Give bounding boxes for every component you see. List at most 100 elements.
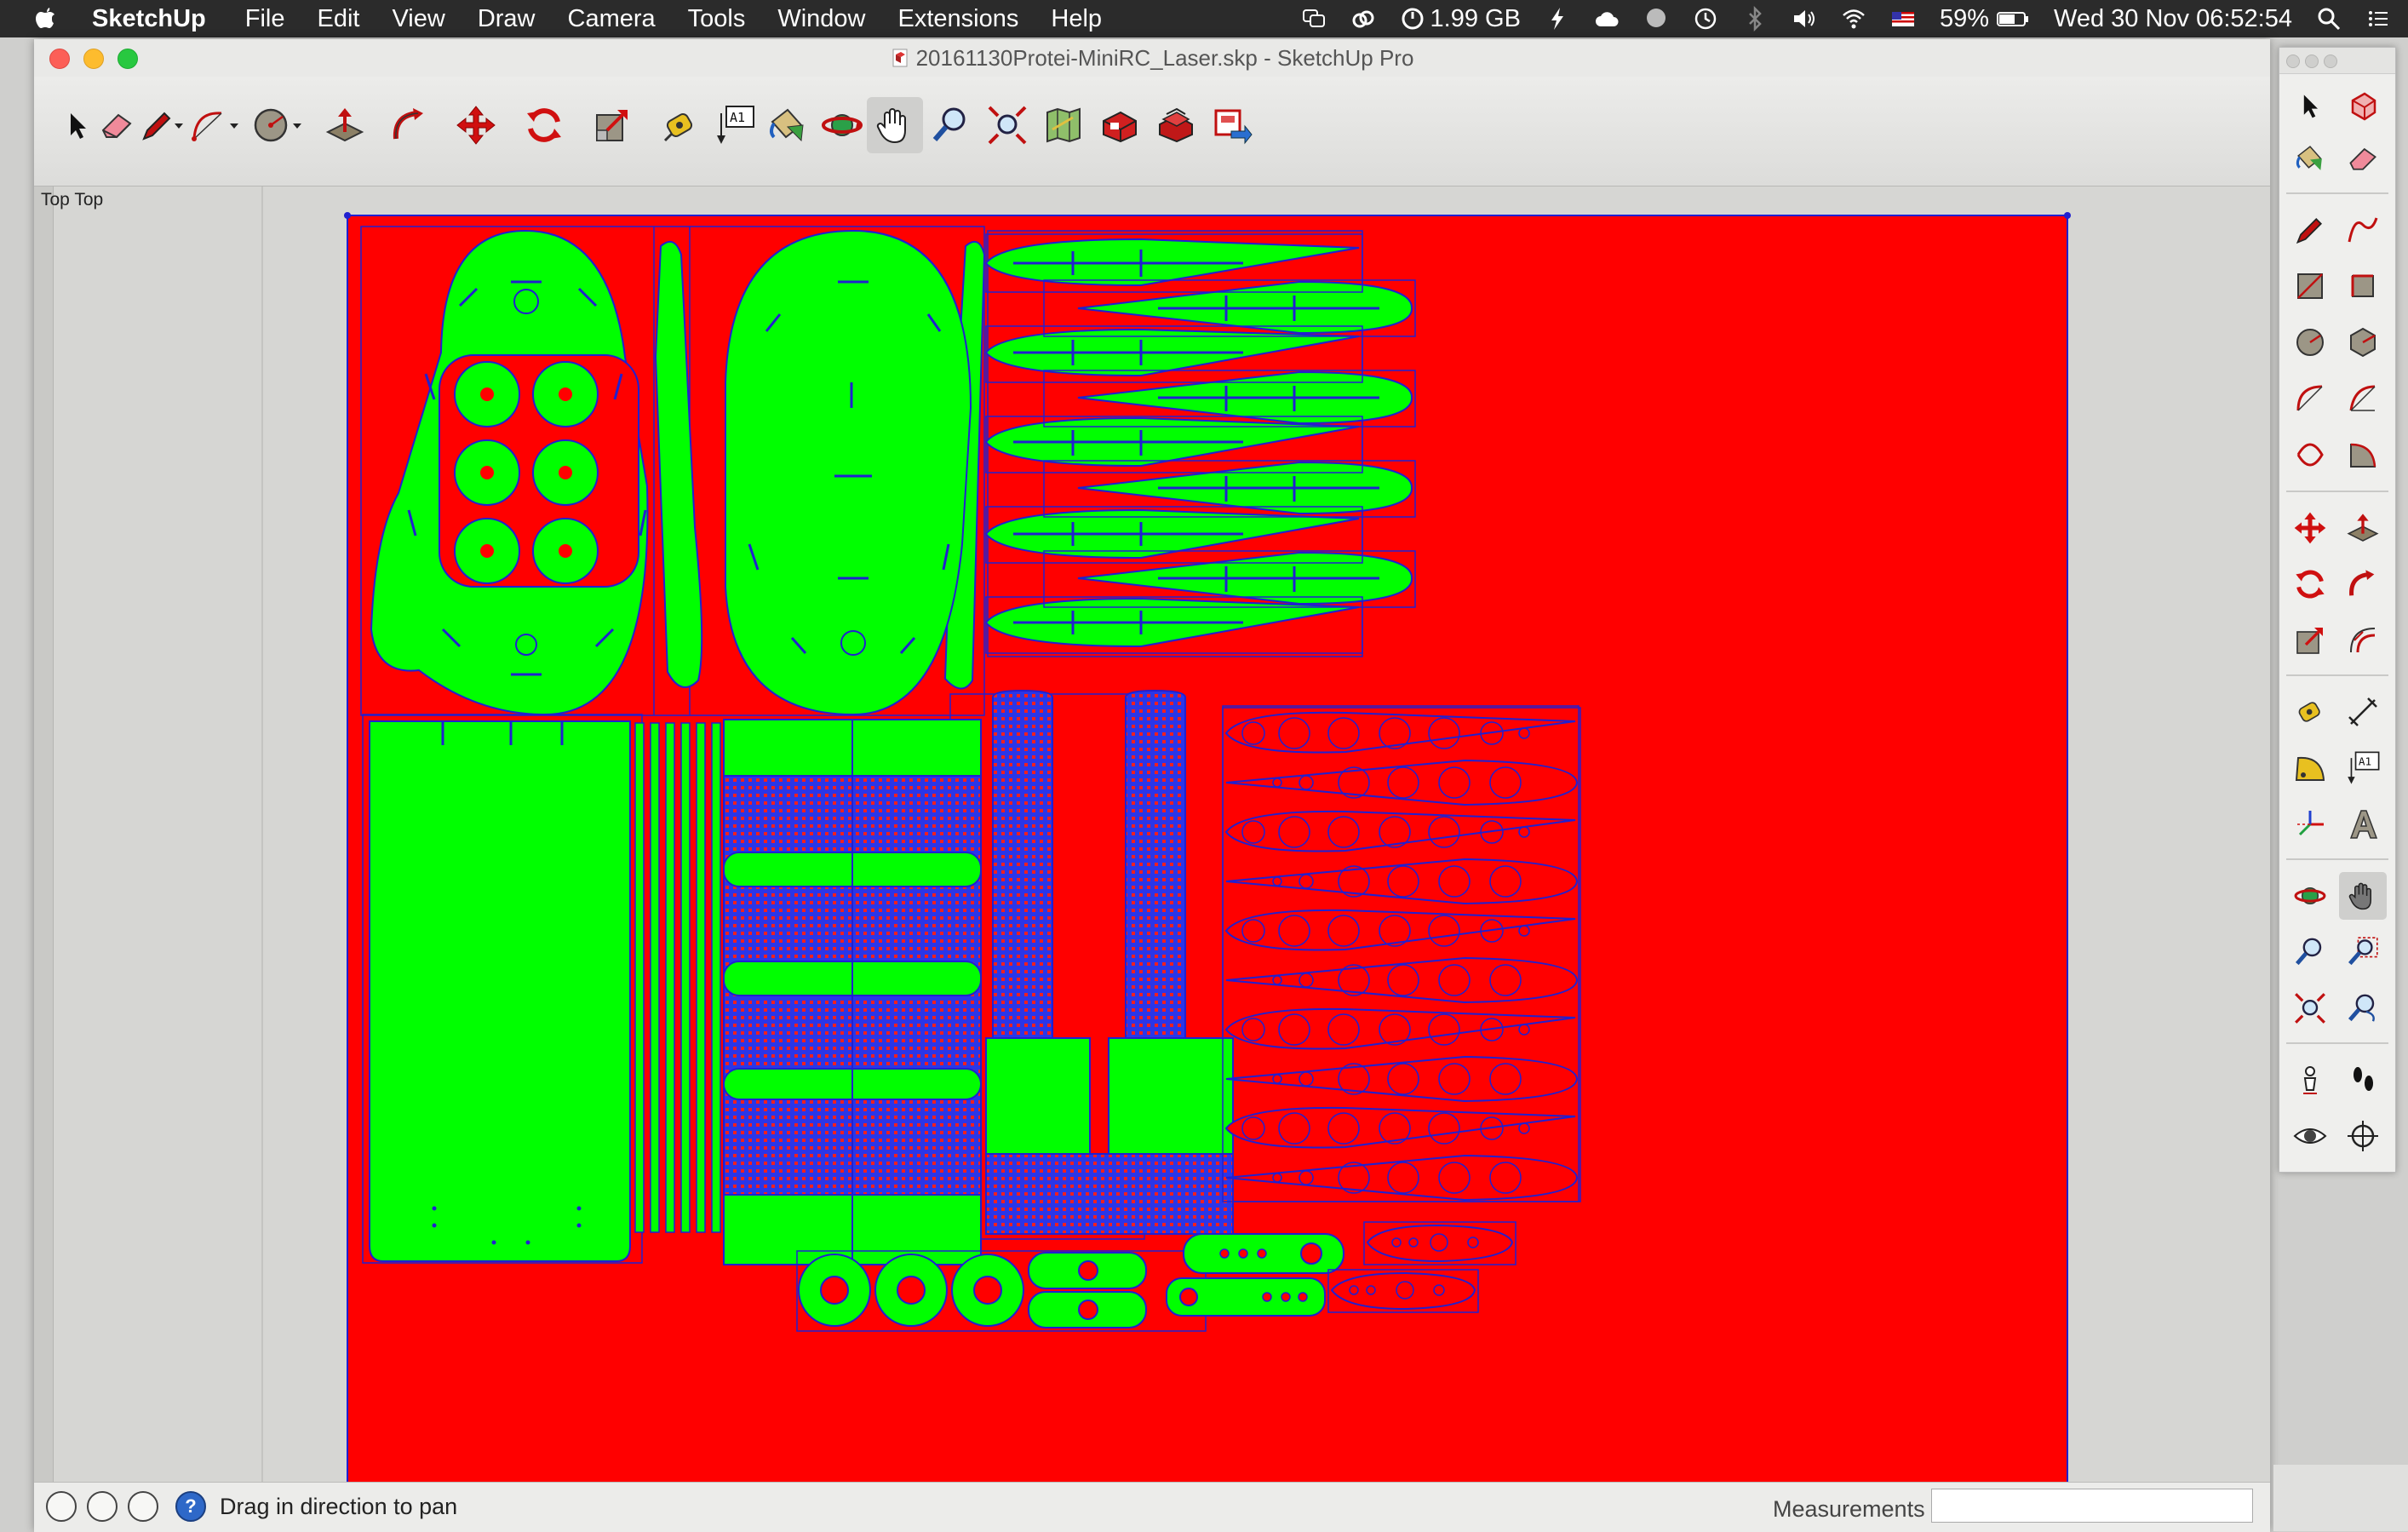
add-location-tool-button[interactable] <box>1035 97 1092 153</box>
palette-rotated-rectangle-button[interactable] <box>2339 262 2387 310</box>
extension-warehouse-tool-button[interactable] <box>1148 97 1204 153</box>
status-message: Drag in direction to pan <box>220 1494 458 1519</box>
cloud-icon[interactable] <box>1594 6 1620 32</box>
user-account-icon[interactable] <box>128 1491 158 1522</box>
palette-protractor-button[interactable] <box>2286 744 2334 792</box>
palette-zoom-extents-button[interactable] <box>2286 984 2334 1032</box>
rotate-tool-button[interactable] <box>516 97 572 153</box>
follow-me-tool-button[interactable] <box>381 97 438 153</box>
us-flag-icon[interactable] <box>1890 6 1916 32</box>
palette-title-bar[interactable] <box>2279 48 2395 74</box>
palette-polygon-button[interactable] <box>2339 318 2387 366</box>
credits-info-icon[interactable] <box>87 1491 118 1522</box>
palette-zoom-window-button[interactable] <box>2339 928 2387 976</box>
palette-pan-button[interactable] <box>2339 872 2387 920</box>
spotlight-search-icon[interactable] <box>2316 6 2342 32</box>
app-menu[interactable]: SketchUp <box>92 5 206 33</box>
scale-icon <box>2296 628 2323 654</box>
menu-edit[interactable]: Edit <box>318 5 360 33</box>
palette-tape-measure-button[interactable] <box>2286 688 2334 736</box>
palette-arc-button[interactable] <box>2286 375 2334 422</box>
palette-text-tool-label: A1 <box>2359 755 2371 768</box>
lightning-icon[interactable] <box>1545 6 1570 32</box>
push-pull-tool-button[interactable] <box>317 97 373 153</box>
text-tool-button[interactable]: A1 <box>707 97 763 153</box>
palette-3point-arc-button[interactable] <box>2286 431 2334 479</box>
wifi-icon[interactable] <box>1841 6 1866 32</box>
palette-close-button[interactable] <box>2286 55 2300 68</box>
palette-text-button[interactable]: A1 <box>2339 744 2387 792</box>
skp-file-icon <box>892 49 908 67</box>
palette-look-around-button[interactable] <box>2286 1112 2334 1160</box>
menu-extensions[interactable]: Extensions <box>898 5 1019 33</box>
screens-icon[interactable] <box>1301 6 1327 32</box>
title-bar[interactable]: 20161130Protei-MiniRC_Laser.skp - Sketch… <box>34 39 2270 77</box>
palette-rotate-button[interactable] <box>2286 560 2334 608</box>
palette-orbit-button[interactable] <box>2286 872 2334 920</box>
circle-tool-button[interactable] <box>250 97 307 153</box>
palette-position-camera-button[interactable] <box>2286 1056 2334 1104</box>
menu-view[interactable]: View <box>392 5 444 33</box>
palette-circle-button[interactable] <box>2286 318 2334 366</box>
pan-tool-button[interactable] <box>867 97 923 153</box>
time-machine-icon[interactable] <box>1693 6 1718 32</box>
battery-status[interactable]: 59% <box>1940 5 2030 33</box>
orbit-tool-button[interactable] <box>814 97 870 153</box>
palette-previous-view-button[interactable] <box>2339 984 2387 1032</box>
window-title: 20161130Protei-MiniRC_Laser.skp - Sketch… <box>34 45 2270 72</box>
geo-location-icon[interactable] <box>46 1491 77 1522</box>
zoom-tool-button[interactable] <box>923 97 979 153</box>
palette-line-button[interactable] <box>2286 206 2334 254</box>
model-viewport[interactable]: Top Top <box>34 186 2270 1521</box>
palette-divider <box>2286 491 2388 492</box>
palette-section-plane-button[interactable] <box>2339 1112 2387 1160</box>
palette-paint-bucket-button[interactable] <box>2286 135 2334 182</box>
palette-3d-text-button[interactable] <box>2339 800 2387 848</box>
palette-zoom-button[interactable] <box>2324 55 2337 68</box>
arc-tool-button[interactable] <box>187 97 244 153</box>
menu-help[interactable]: Help <box>1051 5 1102 33</box>
creative-cloud-icon[interactable] <box>1350 6 1376 32</box>
notification-center-icon[interactable] <box>2365 6 2391 32</box>
palette-zoom-button[interactable] <box>2286 928 2334 976</box>
palette-push-pull-button[interactable] <box>2339 504 2387 552</box>
memory-monitor[interactable]: 1.99 GB <box>1400 5 1521 33</box>
palette-make-component-button[interactable] <box>2339 82 2387 129</box>
palette-dimension-button[interactable] <box>2339 688 2387 736</box>
clock[interactable]: Wed 30 Nov 06:52:54 <box>2054 5 2292 33</box>
menu-window[interactable]: Window <box>777 5 865 33</box>
palette-walk-button[interactable] <box>2339 1056 2387 1104</box>
palette-follow-me-button[interactable] <box>2339 560 2387 608</box>
palette-freehand-button[interactable] <box>2339 206 2387 254</box>
palette-minimize-button[interactable] <box>2305 55 2319 68</box>
measurements-input[interactable] <box>1931 1489 2253 1523</box>
bluetooth-icon[interactable] <box>1742 6 1768 32</box>
volume-icon[interactable] <box>1792 6 1817 32</box>
move-tool-button[interactable] <box>448 97 504 153</box>
3d-warehouse-tool-button[interactable] <box>1092 97 1148 153</box>
tape-measure-tool-button[interactable] <box>652 97 708 153</box>
pencil-tool-button[interactable] <box>135 97 191 153</box>
laser-cut-layout[interactable] <box>34 186 2270 1521</box>
paint-bucket-tool-button[interactable] <box>760 97 816 153</box>
palette-select-button[interactable] <box>2286 82 2334 129</box>
palette-2point-arc-button[interactable] <box>2339 375 2387 422</box>
menu-camera[interactable]: Camera <box>568 5 656 33</box>
zoom-extents-tool-button[interactable] <box>979 97 1035 153</box>
scale-tool-button[interactable] <box>584 97 640 153</box>
menu-file[interactable]: File <box>245 5 285 33</box>
instructor-help-icon[interactable]: ? <box>175 1491 206 1522</box>
palette-move-button[interactable] <box>2286 504 2334 552</box>
chat-bubble-icon[interactable] <box>1643 6 1669 32</box>
palette-scale-button[interactable] <box>2286 617 2334 664</box>
palette-axes-button[interactable] <box>2286 800 2334 848</box>
palette-offset-button[interactable] <box>2339 617 2387 664</box>
palette-eraser-button[interactable] <box>2339 135 2387 182</box>
palette-rectangle-button[interactable] <box>2286 262 2334 310</box>
window-title-text: 20161130Protei-MiniRC_Laser.skp - Sketch… <box>915 45 1414 71</box>
palette-pie-button[interactable] <box>2339 431 2387 479</box>
menu-tools[interactable]: Tools <box>688 5 746 33</box>
send-to-layout-tool-button[interactable] <box>1204 97 1260 153</box>
apple-icon[interactable] <box>34 4 56 30</box>
menu-draw[interactable]: Draw <box>478 5 536 33</box>
